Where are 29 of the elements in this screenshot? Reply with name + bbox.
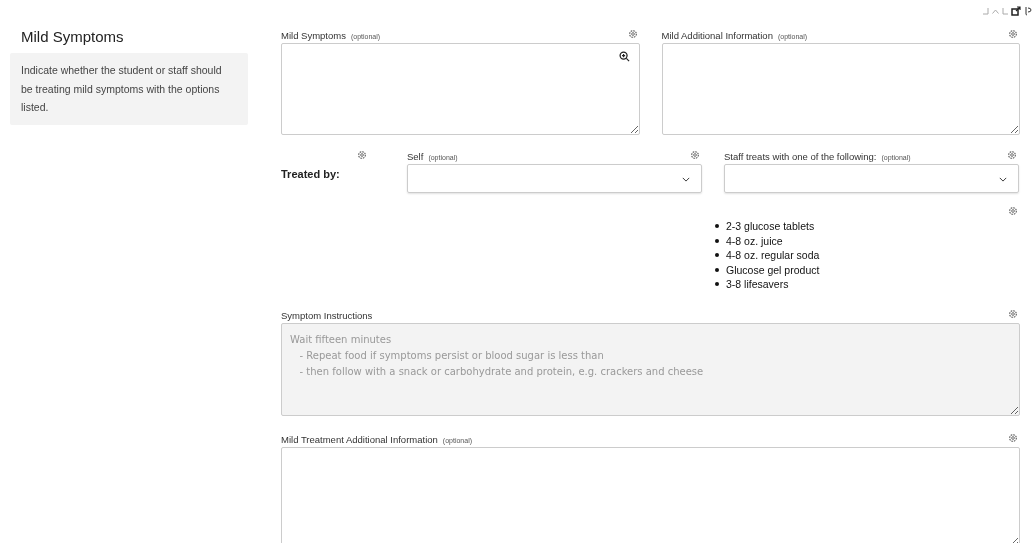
bullet-icon (715, 238, 719, 243)
gear-icon[interactable] (357, 150, 367, 160)
treatment-option: 2-3 glucose tablets (726, 219, 815, 234)
treatment-option: 4-8 oz. juice (726, 233, 783, 248)
zoom-in-icon[interactable] (618, 51, 630, 62)
chevron-down-icon (682, 177, 690, 182)
caret-up-icon[interactable] (992, 8, 999, 14)
gear-icon[interactable] (1008, 308, 1018, 319)
section-title: Mild Symptoms (20, 28, 125, 45)
gear-icon[interactable] (627, 29, 638, 39)
gear-icon[interactable] (690, 150, 700, 160)
bullet-icon (715, 267, 719, 272)
treatment-option: 4-8 oz. regular soda (726, 248, 820, 263)
external-link-icon[interactable] (1011, 6, 1021, 16)
section-description: Indicate whether the student or staff should be treating mild symptoms with the options listed. (10, 53, 248, 125)
corner-icon (1002, 7, 1008, 15)
treatment-option: Glucose gel product (726, 262, 820, 277)
gear-icon[interactable] (1008, 432, 1018, 443)
field-label: Symptom Instructions (281, 309, 373, 321)
corner-icon (983, 7, 989, 15)
bullet-icon (715, 253, 719, 258)
bullet-icon (715, 282, 719, 287)
chevron-down-icon (999, 177, 1007, 182)
gear-icon[interactable] (1008, 29, 1018, 39)
treatment-option: 3-8 lifesavers (726, 277, 789, 292)
treated-by-label: Treated by: (281, 168, 341, 180)
bullet-icon (715, 224, 719, 229)
gear-icon[interactable] (1007, 150, 1017, 160)
gear-icon[interactable] (1008, 206, 1018, 216)
